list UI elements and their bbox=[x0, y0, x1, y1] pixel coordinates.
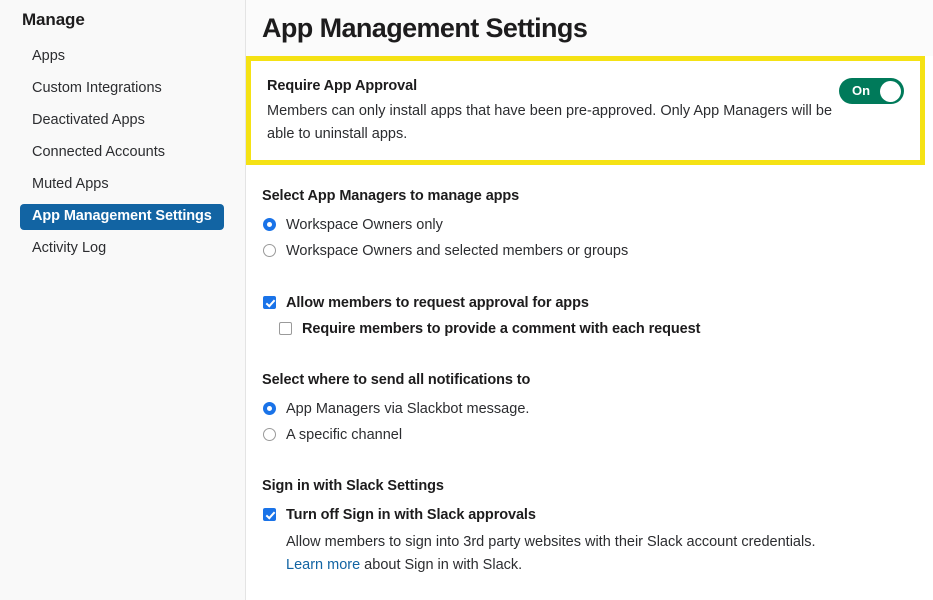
require-app-approval-description: Members can only install apps that have … bbox=[267, 103, 833, 142]
option-label: A specific channel bbox=[286, 427, 403, 443]
sidebar-item-app-management-settings[interactable]: App Management Settings bbox=[20, 204, 224, 230]
option-label: Workspace Owners only bbox=[286, 217, 443, 233]
sidebar: Manage Apps Custom Integrations Deactiva… bbox=[0, 0, 246, 600]
request-approval-section: Allow members to request approval for ap… bbox=[262, 293, 917, 339]
sign-in-with-slack-section: Sign in with Slack Settings Turn off Sig… bbox=[262, 477, 917, 577]
require-app-approval-card: Require App Approval Members can only in… bbox=[251, 61, 920, 160]
require-comment-checkbox-row[interactable]: Require members to provide a comment wit… bbox=[262, 319, 917, 339]
sidebar-item-muted-apps[interactable]: Muted Apps bbox=[10, 172, 233, 198]
option-label: Turn off Sign in with Slack approvals bbox=[286, 507, 536, 523]
settings-sections: Select App Managers to manage apps Works… bbox=[246, 165, 933, 577]
checkbox-icon[interactable] bbox=[263, 508, 276, 521]
page-title: App Management Settings bbox=[262, 13, 588, 43]
checkbox-icon[interactable] bbox=[263, 296, 276, 309]
notifications-section-title: Select where to send all notifications t… bbox=[262, 372, 531, 388]
learn-more-link[interactable]: Learn more bbox=[286, 557, 360, 573]
sidebar-item-apps[interactable]: Apps bbox=[10, 44, 233, 70]
sign-in-with-slack-description: Allow members to sign into 3rd party web… bbox=[286, 534, 816, 550]
option-label: Allow members to request approval for ap… bbox=[286, 295, 589, 311]
radio-icon[interactable] bbox=[263, 244, 276, 257]
sign-in-with-slack-learn-more-line: Learn more about Sign in with Slack. bbox=[262, 554, 917, 577]
sidebar-nav-list: Apps Custom Integrations Deactivated App… bbox=[0, 44, 245, 262]
sidebar-item-connected-accounts[interactable]: Connected Accounts bbox=[10, 140, 233, 166]
radio-icon[interactable] bbox=[263, 218, 276, 231]
toggle-knob bbox=[880, 80, 901, 102]
notifications-option-specific-channel[interactable]: A specific channel bbox=[262, 425, 917, 445]
toggle-state-label: On bbox=[852, 83, 871, 98]
app-management-settings-page: Manage Apps Custom Integrations Deactiva… bbox=[0, 0, 933, 600]
sidebar-item-deactivated-apps[interactable]: Deactivated Apps bbox=[10, 108, 233, 134]
require-app-approval-toggle[interactable]: On bbox=[839, 78, 904, 104]
allow-request-approval-checkbox-row[interactable]: Allow members to request approval for ap… bbox=[262, 293, 917, 313]
notifications-section: Select where to send all notifications t… bbox=[262, 371, 917, 445]
require-app-approval-title: Require App Approval bbox=[267, 78, 417, 94]
require-app-approval-highlight: Require App Approval Members can only in… bbox=[246, 56, 925, 165]
option-label: App Managers via Slackbot message. bbox=[286, 401, 530, 417]
radio-icon[interactable] bbox=[263, 428, 276, 441]
require-app-approval-text: Require App Approval Members can only in… bbox=[267, 77, 839, 146]
sign-in-with-slack-section-title: Sign in with Slack Settings bbox=[262, 478, 444, 494]
main-content: App Management Settings Require App Appr… bbox=[246, 0, 933, 600]
option-label: Workspace Owners and selected members or… bbox=[286, 243, 629, 259]
sidebar-item-activity-log[interactable]: Activity Log bbox=[10, 236, 233, 262]
turn-off-sign-in-approvals-checkbox-row[interactable]: Turn off Sign in with Slack approvals bbox=[262, 505, 917, 525]
radio-icon[interactable] bbox=[263, 402, 276, 415]
option-label: Require members to provide a comment wit… bbox=[302, 321, 701, 337]
app-managers-option-owners-and-members[interactable]: Workspace Owners and selected members or… bbox=[262, 241, 917, 261]
sidebar-title: Manage bbox=[22, 10, 85, 29]
checkbox-icon[interactable] bbox=[279, 322, 292, 335]
learn-more-suffix: about Sign in with Slack. bbox=[360, 557, 523, 573]
app-managers-option-owners-only[interactable]: Workspace Owners only bbox=[262, 215, 917, 235]
notifications-option-slackbot[interactable]: App Managers via Slackbot message. bbox=[262, 399, 917, 419]
app-managers-section-title: Select App Managers to manage apps bbox=[262, 188, 520, 204]
app-managers-section: Select App Managers to manage apps Works… bbox=[262, 187, 917, 261]
sidebar-item-custom-integrations[interactable]: Custom Integrations bbox=[10, 76, 233, 102]
page-header: App Management Settings bbox=[246, 0, 933, 56]
